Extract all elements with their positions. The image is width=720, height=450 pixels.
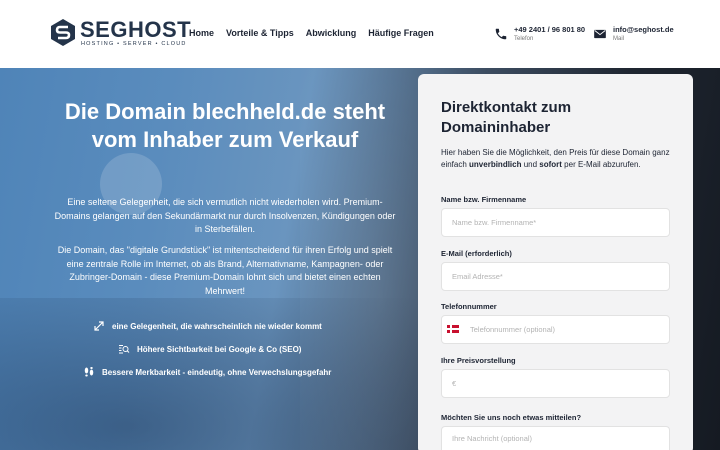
message-label: Möchten Sie uns noch etwas mitteilen? xyxy=(441,413,582,422)
intro-text: per E-Mail abzurufen. xyxy=(561,160,641,169)
contact-email[interactable]: info@seghost.de Mail xyxy=(593,25,674,42)
email-label: Mail xyxy=(613,36,625,42)
danish-flag-icon[interactable] xyxy=(447,325,459,333)
name-input[interactable] xyxy=(441,208,670,237)
message-input[interactable] xyxy=(441,426,670,450)
logo[interactable]: SEGHOST HOSTING • SERVER • CLOUD xyxy=(50,17,191,49)
mail-icon xyxy=(594,29,606,39)
logo-tagline: HOSTING • SERVER • CLOUD xyxy=(81,41,187,47)
price-input[interactable] xyxy=(441,369,670,398)
email-label: E-Mail (erforderlich) xyxy=(441,249,512,258)
logo-hexagon-icon xyxy=(51,19,75,46)
nav-vorteile[interactable]: Vorteile & Tipps xyxy=(226,28,294,38)
feature-opportunity: eine Gelegenheit, die wahrscheinlich nie… xyxy=(93,320,322,332)
site-header: SEGHOST HOSTING • SERVER • CLOUD Home Vo… xyxy=(0,0,720,68)
phone-label: Telefonnummer xyxy=(441,302,497,311)
feature-text: Bessere Merkbarkeit - eindeutig, ohne Ve… xyxy=(102,367,332,377)
phone-label: Telefon xyxy=(514,36,534,42)
main-nav: Home Vorteile & Tipps Abwicklung Häufige… xyxy=(189,28,434,38)
hero-paragraph-2: Die Domain, das "digitale Grundstück" is… xyxy=(57,245,393,296)
feature-memorability: Bessere Merkbarkeit - eindeutig, ohne Ve… xyxy=(83,366,331,378)
feature-text: eine Gelegenheit, die wahrscheinlich nie… xyxy=(112,321,322,331)
email-address: info@seghost.de xyxy=(613,25,674,34)
nav-faq[interactable]: Häufige Fragen xyxy=(368,28,434,38)
hero-title: Die Domain blechheld.de steht vom Inhabe… xyxy=(64,99,386,152)
form-title: Direktkontakt zum Domaininhaber xyxy=(441,99,572,136)
arrows-icon xyxy=(94,321,104,331)
price-label: Ihre Preisvorstellung xyxy=(441,356,516,365)
nav-home[interactable]: Home xyxy=(189,28,214,38)
intro-bold-sofort: sofort xyxy=(539,160,562,169)
footprints-icon xyxy=(84,367,94,377)
intro-text: und xyxy=(521,160,540,169)
name-label: Name bzw. Firmenname xyxy=(441,195,527,204)
phone-icon xyxy=(495,28,507,40)
nav-abwicklung[interactable]: Abwicklung xyxy=(306,28,357,38)
feature-seo: Höhere Sichtbarkeit bei Google & Co (SEO… xyxy=(118,343,301,355)
form-intro: Hier haben Sie die Möglichkeit, den Prei… xyxy=(441,147,681,171)
phone-number: +49 2401 / 96 801 80 xyxy=(514,25,586,34)
intro-bold-unverbindlich: unverbindlich xyxy=(469,160,522,169)
contact-phone[interactable]: +49 2401 / 96 801 80 Telefon xyxy=(494,25,585,42)
feature-text: Höhere Sichtbarkeit bei Google & Co (SEO… xyxy=(137,344,302,354)
logo-wordmark: SEGHOST xyxy=(80,17,192,42)
email-input[interactable] xyxy=(441,262,670,291)
hero-paragraph-1: Eine seltene Gelegenheit, die sich vermu… xyxy=(54,197,396,234)
phone-input[interactable] xyxy=(441,315,670,344)
search-list-icon xyxy=(119,345,130,354)
